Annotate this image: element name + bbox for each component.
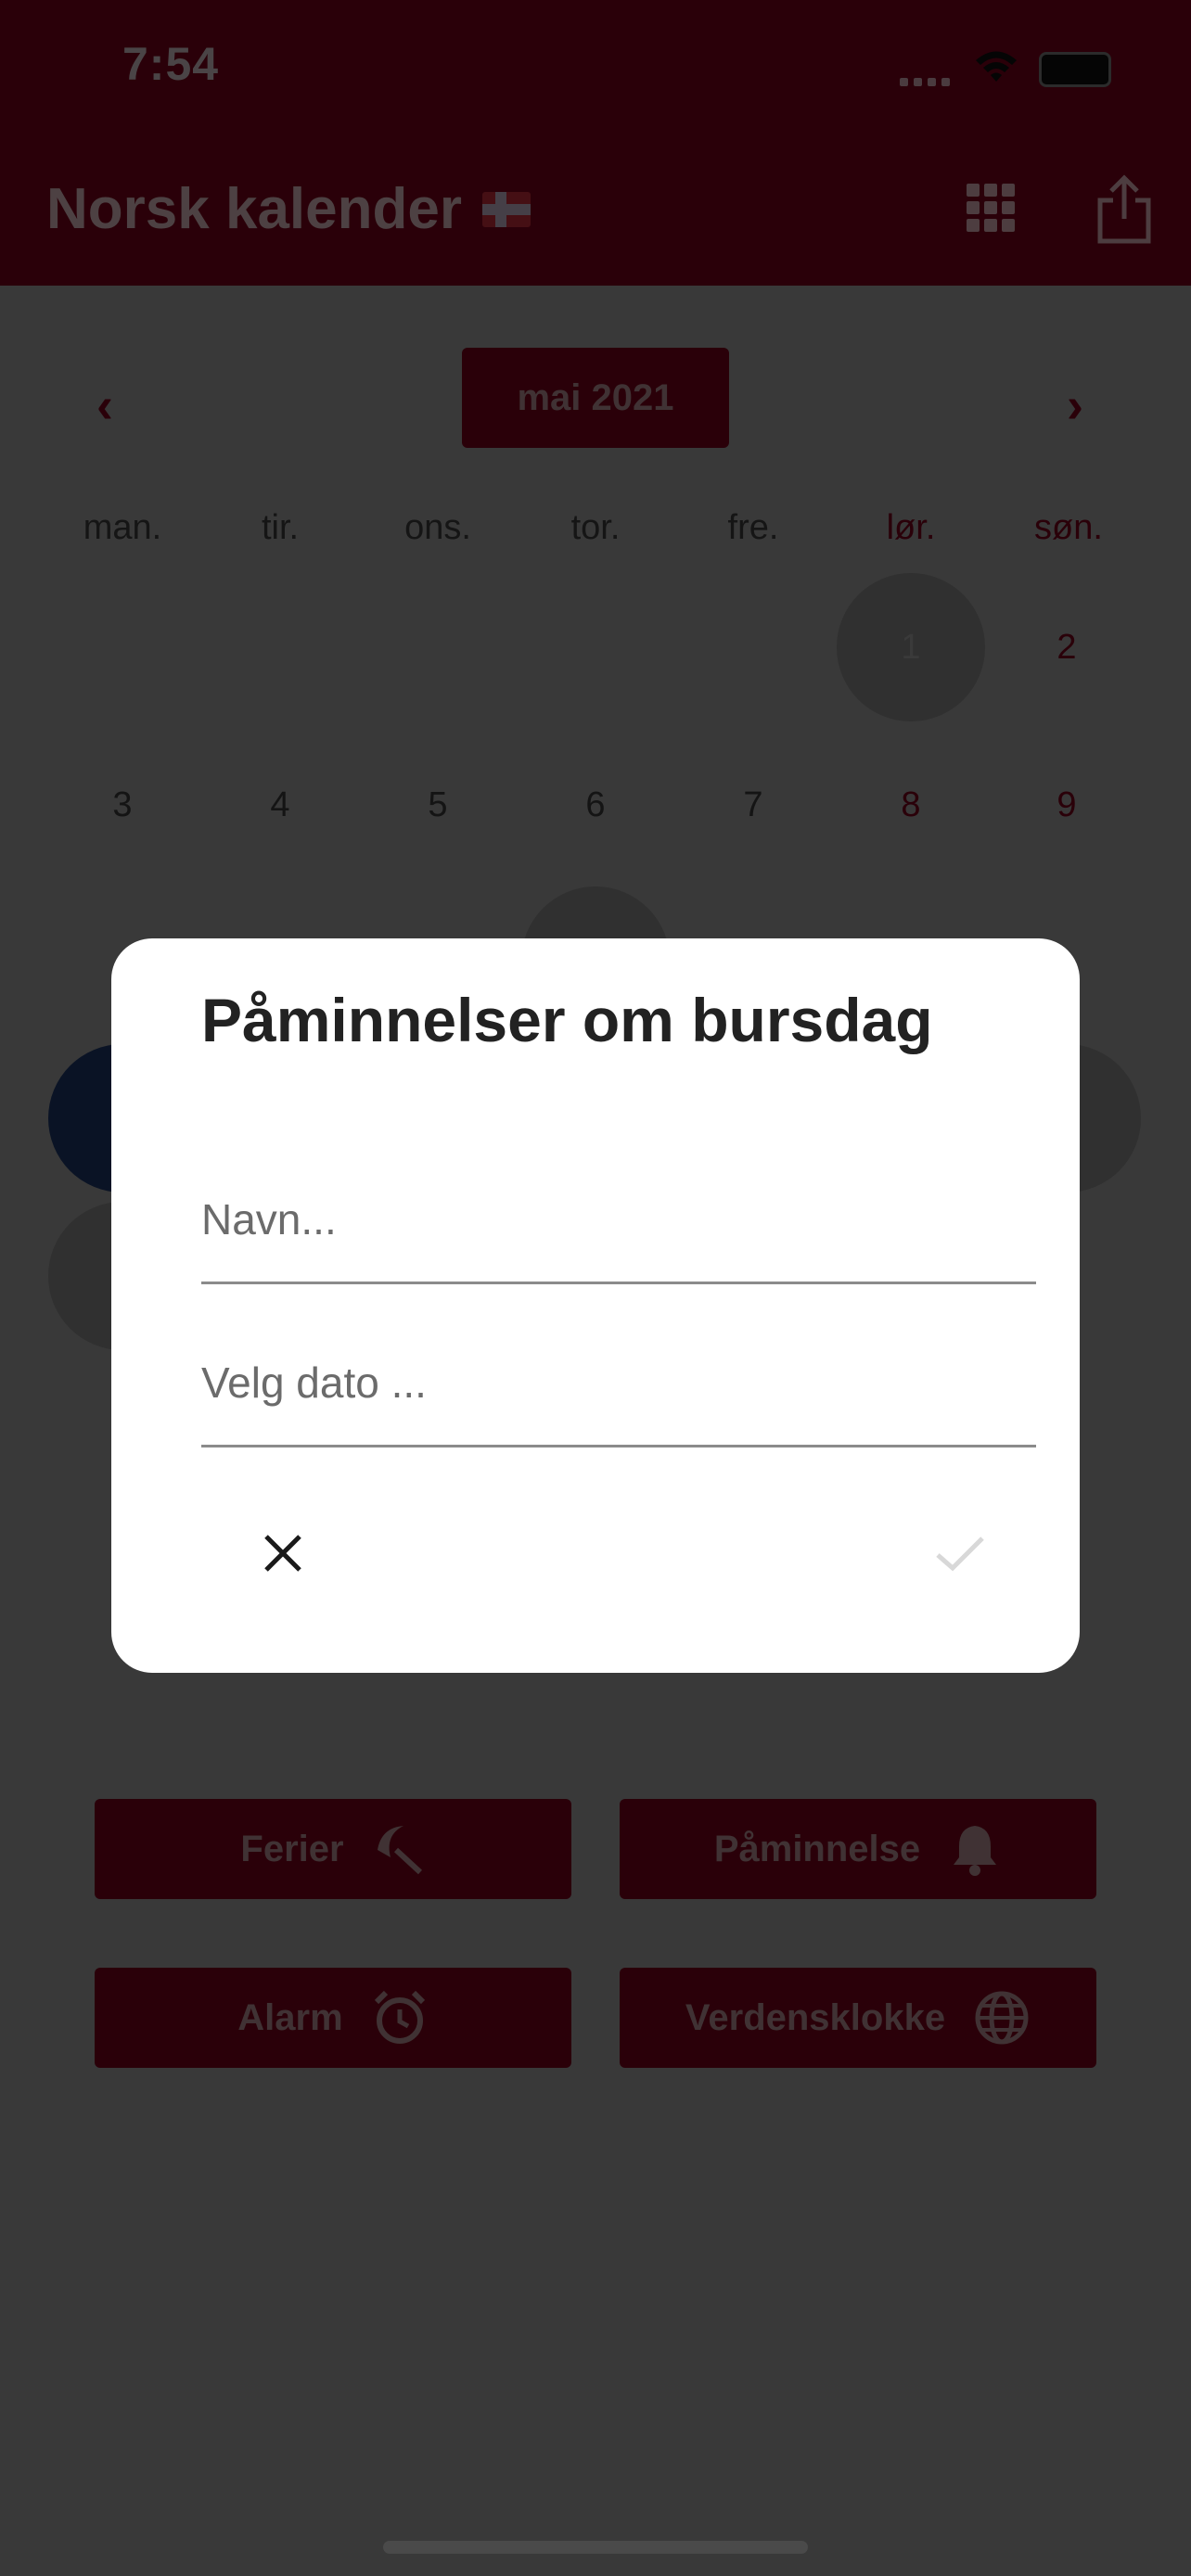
app-title-text: Norsk kalender: [46, 177, 462, 241]
paminnelse-button-label: Påminnelse: [713, 1828, 921, 1869]
umbrella-icon: [377, 1826, 422, 1875]
alarm-button-label: Alarm: [237, 1996, 343, 2038]
flag-icon: [482, 191, 531, 227]
calendar-day[interactable]: 3: [48, 731, 197, 879]
globe-icon: [975, 1991, 1029, 2045]
calendar-day[interactable]: 4: [206, 731, 354, 879]
app-root: 7:54 Norsk kalender ‹ mai 2021 › man. ti…: [0, 0, 1191, 2576]
previous-month-icon[interactable]: ‹: [96, 376, 113, 434]
date-input[interactable]: [201, 1358, 1036, 1408]
birthday-reminder-dialog: Påminnelser om bursdag: [111, 938, 1080, 1673]
calendar-day[interactable]: 2: [992, 573, 1141, 721]
next-month-icon[interactable]: ›: [1067, 376, 1083, 434]
calendar-day[interactable]: 8: [837, 731, 985, 879]
confirm-button[interactable]: [918, 1511, 1002, 1595]
share-icon[interactable]: [1095, 174, 1154, 245]
calendar-day[interactable]: 1: [837, 573, 985, 721]
weekday-label: søn.: [1034, 508, 1103, 547]
cellular-signal-icon: [900, 74, 955, 91]
date-field[interactable]: [201, 1324, 1036, 1447]
battery-icon: [1039, 52, 1111, 87]
verdensklokke-button[interactable]: Verdensklokke: [620, 1968, 1096, 2068]
cancel-button[interactable]: [241, 1511, 325, 1595]
weekday-label: tor.: [570, 508, 621, 547]
calendar-day[interactable]: 9: [992, 731, 1141, 879]
weekday-label: tir.: [261, 508, 300, 547]
ferier-button[interactable]: Ferier: [95, 1799, 571, 1899]
calendar-day[interactable]: 7: [679, 731, 827, 879]
calendar-day[interactable]: 6: [521, 731, 670, 879]
weekday-label: lør.: [886, 508, 936, 547]
verdensklokke-button-label: Verdensklokke: [685, 1996, 946, 2038]
weekday-header: man. tir. ons. tor. fre. lør. søn.: [44, 508, 1147, 548]
app-header: Norsk kalender: [0, 139, 1191, 286]
alarm-button[interactable]: Alarm: [95, 1968, 571, 2068]
home-indicator[interactable]: [383, 2541, 808, 2554]
dialog-title: Påminnelser om bursdag: [201, 986, 933, 1054]
weekday-label: man.: [83, 508, 162, 547]
weekday-label: ons.: [404, 508, 471, 547]
status-time: 7:54: [122, 38, 220, 90]
alarm-clock-icon: [374, 1990, 425, 2044]
month-selector-button[interactable]: mai 2021: [462, 348, 729, 448]
app-title: Norsk kalender: [46, 176, 531, 242]
paminnelse-button[interactable]: Påminnelse: [620, 1799, 1096, 1899]
weekday-label: fre.: [727, 508, 779, 547]
grid-icon[interactable]: [967, 184, 1015, 232]
check-icon: [936, 1537, 984, 1572]
ferier-button-label: Ferier: [240, 1828, 344, 1869]
name-field[interactable]: [201, 1161, 1036, 1284]
wifi-icon: [976, 51, 1017, 82]
status-bar: 7:54: [0, 0, 1191, 139]
close-icon: [264, 1535, 301, 1572]
bell-icon: [954, 1826, 997, 1876]
name-input[interactable]: [201, 1194, 1036, 1244]
calendar-day[interactable]: 5: [364, 731, 512, 879]
